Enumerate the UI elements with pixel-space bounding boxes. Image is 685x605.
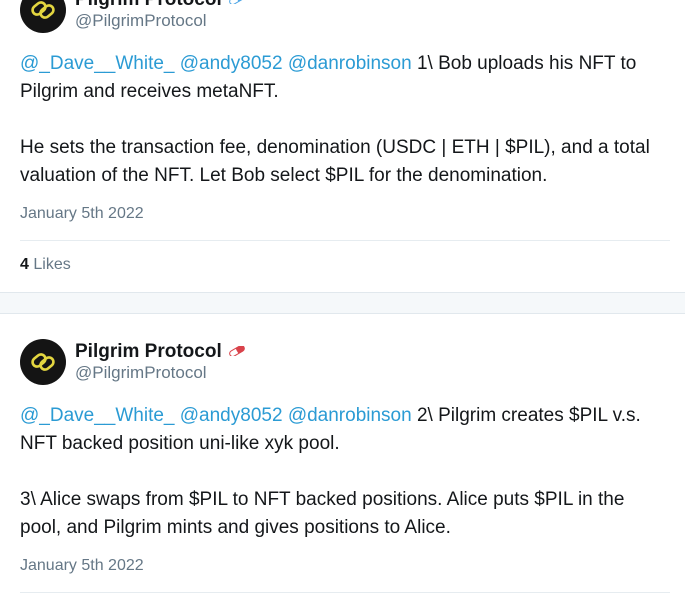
likes-count[interactable]: 4 Likes bbox=[20, 256, 71, 274]
author-names: Pilgrim Protocol @PilgrimProtocol bbox=[75, 341, 246, 383]
avatar[interactable] bbox=[20, 0, 66, 33]
tweet-text: @_Dave__White_ @andy8052 @danrobinson 1\… bbox=[20, 50, 670, 190]
mention-link[interactable]: @andy8052 bbox=[180, 405, 283, 426]
likes-number: 4 bbox=[20, 256, 29, 273]
author-name[interactable]: Pilgrim Protocol bbox=[75, 341, 222, 363]
avatar[interactable] bbox=[20, 339, 66, 385]
tweet-card-1: Pilgrim Protocol @PilgrimProtocol @_Dave… bbox=[0, 0, 685, 293]
likes-label: Likes bbox=[33, 256, 71, 273]
mention-link[interactable]: @_Dave__White_ bbox=[20, 405, 174, 426]
pill-icon bbox=[228, 343, 246, 361]
link-logo-icon bbox=[31, 1, 55, 19]
mention-link[interactable]: @_Dave__White_ bbox=[20, 53, 174, 74]
link-logo-icon bbox=[31, 353, 55, 371]
tweet-header: Pilgrim Protocol @PilgrimProtocol bbox=[20, 339, 246, 385]
tweet-date[interactable]: January 5th 2022 bbox=[20, 557, 144, 575]
tweet-paragraph: He sets the transaction fee, denominatio… bbox=[20, 137, 650, 186]
tweet-header: Pilgrim Protocol @PilgrimProtocol bbox=[20, 0, 246, 33]
pill-icon bbox=[228, 0, 246, 9]
author-handle[interactable]: @PilgrimProtocol bbox=[75, 11, 246, 31]
mention-link[interactable]: @andy8052 bbox=[180, 53, 283, 74]
divider bbox=[20, 240, 670, 241]
divider bbox=[20, 592, 670, 593]
tweet-date[interactable]: January 5th 2022 bbox=[20, 205, 144, 223]
author-names: Pilgrim Protocol @PilgrimProtocol bbox=[75, 0, 246, 31]
tweet-paragraph: 3\ Alice swaps from $PIL to NFT backed p… bbox=[20, 489, 625, 538]
tweet-separator bbox=[0, 293, 685, 314]
tweet-card-2: Pilgrim Protocol @PilgrimProtocol @_Dave… bbox=[0, 314, 685, 605]
author-name[interactable]: Pilgrim Protocol bbox=[75, 0, 222, 11]
mention-link[interactable]: @danrobinson bbox=[288, 405, 412, 426]
mention-link[interactable]: @danrobinson bbox=[288, 53, 412, 74]
author-handle[interactable]: @PilgrimProtocol bbox=[75, 363, 246, 383]
tweet-text: @_Dave__White_ @andy8052 @danrobinson 2\… bbox=[20, 402, 670, 542]
